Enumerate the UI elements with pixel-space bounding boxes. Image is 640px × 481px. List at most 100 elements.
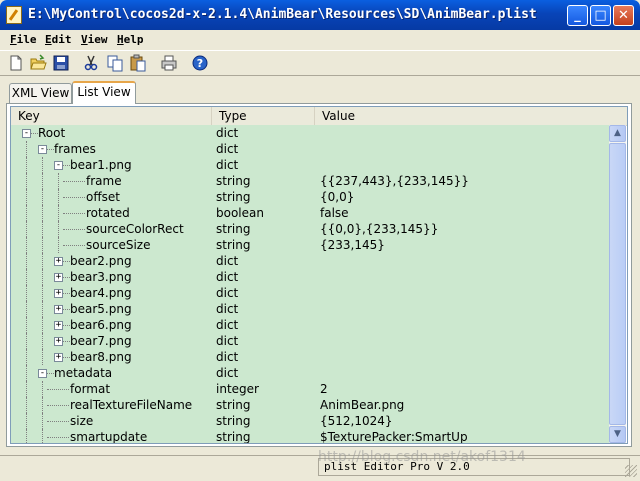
- tree-rows: - Root dict - frames dict - bear1.png dict frame s…: [11, 125, 609, 443]
- row-type: dict: [216, 254, 239, 268]
- vertical-scrollbar[interactable]: ▲ ▼: [609, 125, 626, 443]
- tree-row[interactable]: sourceColorRect string {{0,0},{233,145}}: [11, 221, 609, 237]
- maximize-button[interactable]: □: [590, 5, 611, 26]
- tree-connector: [47, 149, 54, 150]
- scroll-up-button[interactable]: ▲: [609, 125, 626, 142]
- column-type[interactable]: Type: [212, 107, 315, 125]
- copy-icon[interactable]: [106, 54, 124, 72]
- column-value[interactable]: Value: [315, 107, 627, 125]
- expand-toggle[interactable]: +: [54, 305, 63, 314]
- tree-guide: [26, 429, 27, 443]
- row-type: string: [216, 430, 251, 443]
- tree-guide: [42, 349, 43, 365]
- tree-guide: [26, 157, 27, 173]
- tree-connector: [63, 245, 85, 246]
- menu-help[interactable]: Help: [117, 33, 144, 46]
- row-key: bear8.png: [70, 350, 132, 364]
- tab-xml-view[interactable]: XML View: [9, 83, 72, 103]
- open-icon[interactable]: [29, 54, 47, 72]
- tree-guide: [26, 301, 27, 317]
- tree-guide: [26, 221, 27, 237]
- row-value: $TexturePacker:SmartUp: [320, 430, 468, 443]
- row-key: Root: [38, 126, 66, 140]
- tree-connector: [47, 373, 54, 374]
- row-key: bear5.png: [70, 302, 132, 316]
- expand-toggle[interactable]: +: [54, 337, 63, 346]
- tree-guide: [26, 333, 27, 349]
- tree-row[interactable]: offset string {0,0}: [11, 189, 609, 205]
- tree-guide: [58, 205, 59, 221]
- row-type: dict: [216, 142, 239, 156]
- tree-row[interactable]: + bear8.png dict: [11, 349, 609, 365]
- tree-row[interactable]: + bear3.png dict: [11, 269, 609, 285]
- print-icon[interactable]: [160, 54, 178, 72]
- tree-guide: [26, 141, 27, 157]
- row-key: offset: [86, 190, 120, 204]
- expand-toggle[interactable]: +: [54, 273, 63, 282]
- scroll-thumb[interactable]: [609, 143, 626, 425]
- tree-row[interactable]: frame string {{237,443},{233,145}}: [11, 173, 609, 189]
- tree-row[interactable]: format integer 2: [11, 381, 609, 397]
- tree-connector: [63, 277, 70, 278]
- row-key: sourceSize: [86, 238, 151, 252]
- tree-guide: [42, 157, 43, 173]
- tree-row[interactable]: + bear5.png dict: [11, 301, 609, 317]
- minimize-button[interactable]: _: [567, 5, 588, 26]
- column-key[interactable]: Key: [11, 107, 212, 125]
- help-icon[interactable]: ?: [191, 54, 209, 72]
- tree-row[interactable]: sourceSize string {233,145}: [11, 237, 609, 253]
- tree-row[interactable]: size string {512,1024}: [11, 413, 609, 429]
- row-value: {{0,0},{233,145}}: [320, 222, 439, 236]
- collapse-toggle[interactable]: -: [22, 129, 31, 138]
- collapse-toggle[interactable]: -: [38, 369, 47, 378]
- tree-row[interactable]: - metadata dict: [11, 365, 609, 381]
- expand-toggle[interactable]: +: [54, 257, 63, 266]
- menu-edit[interactable]: Edit: [45, 33, 72, 46]
- save-icon[interactable]: [52, 54, 70, 72]
- tree-row[interactable]: + bear6.png dict: [11, 317, 609, 333]
- row-type: dict: [216, 318, 239, 332]
- tree-guide: [58, 173, 59, 189]
- tree-guide: [26, 189, 27, 205]
- row-type: dict: [216, 302, 239, 316]
- row-key: realTextureFileName: [70, 398, 193, 412]
- tree-guide: [26, 285, 27, 301]
- tree-connector: [31, 133, 38, 134]
- expand-toggle[interactable]: +: [54, 321, 63, 330]
- paste-icon[interactable]: [129, 54, 147, 72]
- new-icon[interactable]: [7, 54, 25, 72]
- tree-row[interactable]: realTextureFileName string AnimBear.png: [11, 397, 609, 413]
- tree-row[interactable]: + bear2.png dict: [11, 253, 609, 269]
- tree-row[interactable]: smartupdate string $TexturePacker:SmartUp: [11, 429, 609, 443]
- tree-row[interactable]: - bear1.png dict: [11, 157, 609, 173]
- tree-connector: [63, 293, 70, 294]
- row-type: dict: [216, 286, 239, 300]
- menu-file[interactable]: File: [10, 33, 37, 46]
- tree-guide: [26, 237, 27, 253]
- cut-icon[interactable]: [82, 54, 100, 72]
- close-button[interactable]: ✕: [613, 5, 634, 26]
- tree-row[interactable]: + bear4.png dict: [11, 285, 609, 301]
- row-type: string: [216, 174, 251, 188]
- tree-connector: [63, 309, 70, 310]
- expand-toggle[interactable]: +: [54, 289, 63, 298]
- tab-list-view[interactable]: List View: [72, 81, 136, 104]
- row-type: dict: [216, 366, 239, 380]
- watermark: http://blog.csdn.net/akof1314: [318, 449, 526, 465]
- expand-toggle[interactable]: +: [54, 353, 63, 362]
- collapse-toggle[interactable]: -: [54, 161, 63, 170]
- tree-connector: [63, 213, 85, 214]
- tree-row[interactable]: - Root dict: [11, 125, 609, 141]
- row-key: bear6.png: [70, 318, 132, 332]
- scroll-down-button[interactable]: ▼: [609, 426, 626, 443]
- row-key: bear7.png: [70, 334, 132, 348]
- resize-grip[interactable]: [625, 465, 637, 477]
- menu-view[interactable]: View: [81, 33, 108, 46]
- collapse-toggle[interactable]: -: [38, 145, 47, 154]
- row-key: smartupdate: [70, 430, 148, 443]
- tree-row[interactable]: - frames dict: [11, 141, 609, 157]
- tree-row[interactable]: + bear7.png dict: [11, 333, 609, 349]
- window-title: E:\MyControl\cocos2d-x-2.1.4\AnimBear\Re…: [28, 7, 537, 22]
- tree-row[interactable]: rotated boolean false: [11, 205, 609, 221]
- tree-guide: [26, 269, 27, 285]
